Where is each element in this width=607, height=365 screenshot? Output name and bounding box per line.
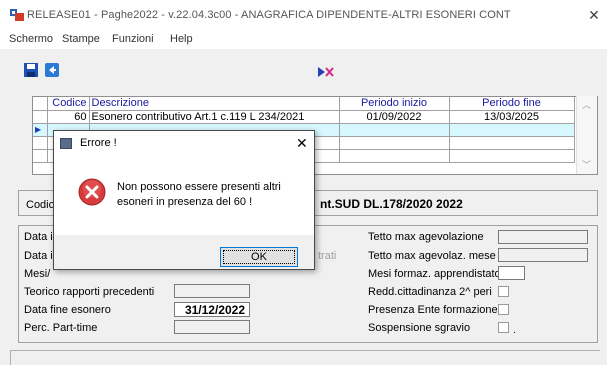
cell-fine: 13/03/2025 [449, 110, 575, 124]
label-sospensione-sgravio: Sospensione sgravio [368, 322, 471, 334]
label-redd-cittadinanza: Redd.cittadinanza 2^ peri [368, 286, 492, 298]
row-indicator [33, 110, 48, 124]
status-bar [10, 350, 600, 365]
label-perc-part-time: Perc. Part-time [24, 322, 98, 334]
table-row[interactable]: 60 Esonero contributivo Art.1 c.119 L 23… [33, 110, 575, 124]
dialog-window-icon [60, 138, 72, 149]
grid-header-periodo-fine[interactable]: Periodo fine [449, 97, 575, 111]
dialog-close-icon[interactable]: ✕ [296, 135, 308, 152]
cell-codice: 60 [47, 110, 90, 124]
cell-fine[interactable] [449, 149, 575, 163]
menu-help[interactable]: Help [170, 33, 193, 45]
label-mesi-formaz: Mesi formaz. apprendistato [368, 268, 501, 280]
error-message-line-1: Non possono essere presenti altri [117, 181, 281, 193]
redd-cittadinanza-checkbox[interactable] [498, 286, 509, 297]
label-tetto-max-mese: Tetto max agevolaz. mese [368, 250, 496, 262]
delete-arrow-icon[interactable] [318, 66, 334, 78]
toolbar [0, 52, 607, 84]
error-message-line-2: esoneri in presenza del 60 ! [117, 196, 253, 208]
grid-indicator-header [33, 97, 48, 111]
row-indicator [33, 149, 48, 163]
window-close-icon[interactable]: ✕ [585, 6, 603, 24]
sospensione-sgravio-checkbox[interactable] [498, 322, 509, 333]
faded-label: trati [318, 250, 337, 262]
back-arrow-icon[interactable] [45, 63, 59, 77]
window-title: RELEASE01 - Paghe2022 - v.22.04.3c00 - A… [27, 9, 511, 21]
save-icon[interactable] [24, 63, 38, 77]
label-tetto-max: Tetto max agevolazione [368, 231, 484, 243]
cell-fine[interactable] [449, 136, 575, 150]
cell-descrizione: Esonero contributivo Art.1 c.119 L 234/2… [89, 110, 340, 124]
grid-header-descrizione[interactable]: Descrizione [89, 97, 340, 111]
menu-schermo[interactable]: Schermo [9, 33, 53, 45]
mesi-formaz-field[interactable] [498, 266, 525, 280]
grid-header-codice[interactable]: Codice [47, 97, 90, 111]
ok-button[interactable]: OK [220, 247, 298, 267]
error-message: Non possono essere presenti altri esoner… [117, 180, 287, 210]
data-fine-esonero-field[interactable]: 31/12/2022 [174, 302, 250, 317]
label-mesi: Mesi/ [24, 268, 51, 280]
perc-part-time-field[interactable] [174, 320, 250, 334]
cell-inizio[interactable] [339, 149, 450, 163]
chevron-up-icon[interactable]: ︿ [582, 98, 591, 111]
row-indicator [33, 136, 48, 150]
cell-inizio[interactable] [339, 123, 450, 137]
error-icon [78, 178, 106, 206]
label-data-inizio: Data i [24, 231, 53, 243]
label-teorico-rapporti: Teorico rapporti precedenti [24, 286, 155, 298]
row-indicator: ▶ [33, 123, 48, 137]
dialog-title: Errore ! [80, 137, 117, 149]
presenza-ente-checkbox[interactable] [498, 304, 509, 315]
cell-fine[interactable] [449, 123, 575, 137]
tetto-max-field[interactable] [498, 230, 588, 244]
cell-inizio: 01/09/2022 [339, 110, 450, 124]
label-data-fine-esonero: Data fine esonero [24, 304, 111, 316]
dot-mark: . [513, 325, 516, 336]
label-presenza-ente: Presenza Ente formazione [368, 304, 498, 316]
label-data-inizio-2: Data i [24, 250, 53, 262]
menu-funzioni[interactable]: Funzioni [112, 33, 154, 45]
cell-inizio[interactable] [339, 136, 450, 150]
app-icon [10, 9, 24, 21]
tetto-max-mese-field[interactable] [498, 248, 588, 262]
grid-scrollbar[interactable]: ︿ ﹀ [576, 96, 597, 174]
codice-description: nt.SUD DL.178/2020 2022 [320, 197, 463, 211]
chevron-down-icon[interactable]: ﹀ [582, 158, 591, 171]
menu-stampe[interactable]: Stampe [62, 33, 100, 45]
teorico-rapporti-field[interactable] [174, 284, 250, 298]
grid-header-periodo-inizio[interactable]: Periodo inizio [339, 97, 450, 111]
